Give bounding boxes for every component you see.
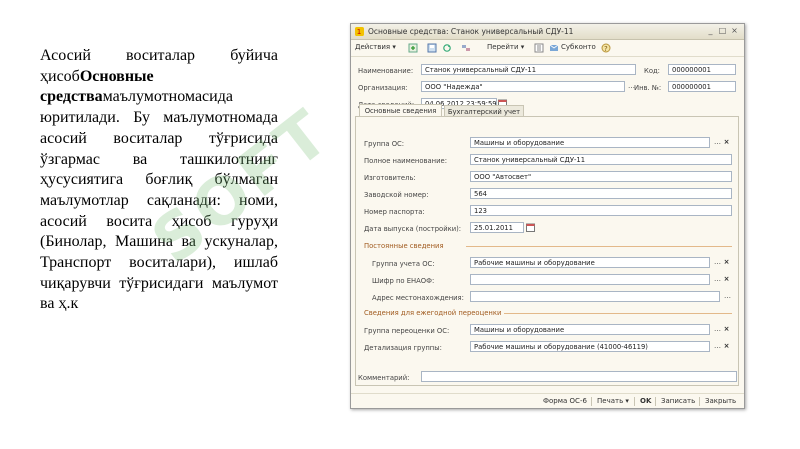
full-name-field[interactable]: Станок универсальный СДУ-11: [470, 154, 732, 165]
structure-icon[interactable]: [461, 43, 471, 53]
enaof-label: Шифр по ЕНАОФ:: [372, 277, 435, 285]
passport-number-label: Номер паспорта:: [364, 208, 425, 216]
address-field[interactable]: [470, 291, 720, 302]
save-icon[interactable]: [427, 43, 437, 53]
slide-paragraph: Асосий воситалар буйича ҳисобОсновные ср…: [40, 46, 278, 315]
group-os-label: Группа ОС:: [364, 140, 405, 148]
comment-field[interactable]: [421, 371, 737, 382]
restore-button[interactable]: □: [717, 26, 728, 36]
svg-text:?: ?: [604, 45, 608, 53]
revaluation-group-field[interactable]: Машины и оборудование: [470, 324, 710, 335]
full-name-label: Полное наименование:: [364, 157, 447, 165]
group-os-clear-button[interactable]: ×: [723, 138, 730, 147]
close-window-button[interactable]: ×: [729, 26, 740, 36]
inventory-number-field[interactable]: 000000001: [668, 81, 736, 92]
address-select-button[interactable]: …: [723, 292, 732, 301]
app-icon: 1: [355, 27, 364, 36]
actions-menu[interactable]: Действия ▾: [355, 43, 396, 51]
serial-number-label: Заводской номер:: [364, 191, 429, 199]
fixed-asset-window: 1 Основные средства: Станок универсальны…: [350, 23, 745, 409]
add-icon[interactable]: [408, 43, 418, 53]
serial-number-field[interactable]: 564: [470, 188, 732, 199]
release-date-label: Дата выпуска (постройки):: [364, 225, 462, 233]
footer-separator: [591, 397, 592, 406]
group-detail-field[interactable]: Рабочие машины и оборудование (41000-461…: [470, 341, 710, 352]
group-detail-clear-button[interactable]: ×: [723, 342, 730, 351]
revaluation-group-clear-button[interactable]: ×: [723, 325, 730, 334]
manufacturer-field[interactable]: ООО "Автосвет": [470, 171, 732, 182]
organization-label: Организация:: [358, 84, 408, 92]
group-os-select-button[interactable]: …: [713, 138, 722, 147]
name-field[interactable]: Станок универсальный СДУ-11: [421, 64, 636, 75]
minimize-button[interactable]: _: [705, 26, 716, 36]
organization-field[interactable]: ООО "Надежда": [421, 81, 625, 92]
accounting-group-field[interactable]: Рабочие машины и оборудование: [470, 257, 710, 268]
release-date-field[interactable]: 25.01.2011: [470, 222, 524, 233]
group-detail-label: Детализация группы:: [364, 344, 442, 352]
enaof-select-button[interactable]: …: [713, 275, 722, 284]
list-icon[interactable]: [534, 43, 544, 53]
comment-label: Комментарий:: [358, 374, 410, 382]
revaluation-divider: [504, 313, 732, 314]
group-os-field[interactable]: Машины и оборудование: [470, 137, 710, 148]
goto-menu[interactable]: Перейти ▾: [487, 43, 524, 51]
accounting-group-select-button[interactable]: …: [713, 258, 722, 267]
permanent-info-title: Постоянные сведения: [364, 242, 444, 250]
passport-number-field[interactable]: 123: [470, 205, 732, 216]
enaof-clear-button[interactable]: ×: [723, 275, 730, 284]
revaluation-title: Сведения для ежегодной переоценки: [364, 309, 502, 317]
code-label: Код:: [644, 67, 660, 75]
revaluation-group-label: Группа переоценки ОС:: [364, 327, 450, 335]
window-titlebar: 1 Основные средства: Станок универсальны…: [351, 24, 744, 40]
inventory-number-label: Инв. №:: [634, 84, 662, 92]
accounting-group-clear-button[interactable]: ×: [723, 258, 730, 267]
footer-separator: [699, 397, 700, 406]
slide-text-part2: маълумотномасида юритилади. Бу маълумотн…: [40, 88, 278, 313]
tab-panel: Группа ОС: Машины и оборудование … × Пол…: [355, 116, 739, 386]
toolbar: Действия ▾ Перейти ▾ Субконто ?: [351, 40, 744, 57]
ok-button[interactable]: OK: [640, 397, 651, 405]
save-button[interactable]: Записать: [661, 397, 695, 405]
address-label: Адрес местонахождения:: [372, 294, 464, 302]
subconto-icon: [549, 44, 559, 51]
manufacturer-label: Изготовитель:: [364, 174, 416, 182]
permanent-info-divider: [466, 246, 732, 247]
close-button[interactable]: Закрыть: [705, 397, 736, 405]
enaof-field[interactable]: [470, 274, 710, 285]
release-calendar-icon[interactable]: [526, 223, 535, 232]
slide-text-part1: Асосий воситалар буйича ҳисоб: [40, 47, 278, 85]
revaluation-group-select-button[interactable]: …: [713, 325, 722, 334]
svg-text:1: 1: [357, 27, 362, 36]
footer-separator: [634, 397, 635, 406]
accounting-group-label: Группа учета ОС:: [372, 260, 435, 268]
footer-separator: [655, 397, 656, 406]
print-menu[interactable]: Печать ▾: [597, 397, 629, 405]
window-title: Основные средства: Станок универсальный …: [368, 27, 574, 36]
group-detail-select-button[interactable]: …: [713, 342, 722, 351]
subconto-button[interactable]: Субконто: [561, 43, 596, 51]
code-field[interactable]: 000000001: [668, 64, 736, 75]
help-icon[interactable]: ?: [601, 43, 611, 53]
refresh-icon[interactable]: [442, 43, 452, 53]
name-label: Наименование:: [358, 67, 414, 75]
form-os6-button[interactable]: Форма ОС-6: [543, 397, 587, 405]
window-footer: Форма ОС-6 Печать ▾ OK Записать Закрыть: [351, 393, 744, 408]
